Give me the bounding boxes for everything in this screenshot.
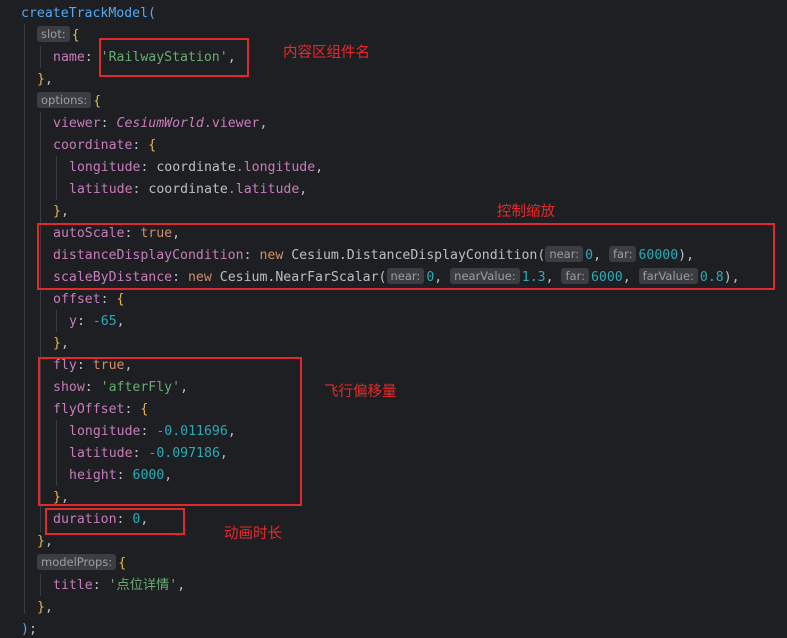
string-value: '点位详情'	[108, 578, 178, 593]
property-key: name	[53, 50, 85, 65]
code-line[interactable]: },	[37, 597, 53, 619]
code-line[interactable]: );	[21, 619, 37, 638]
property-key: longitude	[69, 160, 141, 175]
indent-guide	[56, 156, 57, 200]
indent-guide	[24, 24, 25, 614]
property-key: latitude	[69, 182, 133, 197]
identifier: CesiumWorld	[116, 116, 204, 131]
code-line[interactable]: modelProps:{	[37, 553, 126, 575]
highlight-box-duration	[45, 508, 185, 535]
code-line[interactable]: createTrackModel(	[21, 3, 156, 25]
paren: )	[21, 622, 29, 637]
annotation-anim-duration: 动画时长	[224, 526, 282, 542]
indent-guide	[40, 46, 41, 68]
identifier: .viewer	[203, 116, 260, 131]
code-line[interactable]: y: -65,	[69, 311, 125, 333]
property-key: offset	[53, 292, 101, 307]
code-line[interactable]: coordinate: {	[53, 135, 156, 157]
code-line[interactable]: title: '点位详情',	[53, 575, 185, 597]
identifier: coordinate	[156, 160, 236, 175]
code-line[interactable]: longitude: coordinate.longitude,	[69, 157, 323, 179]
number-value: -65	[92, 314, 117, 329]
code-line[interactable]: offset: {	[53, 289, 124, 311]
semicolon: ;	[28, 622, 37, 637]
param-hint: options:	[37, 92, 92, 108]
function-name: createTrackModel	[21, 6, 149, 21]
code-line[interactable]: },	[53, 333, 69, 355]
paren: (	[148, 6, 156, 21]
property-key: y	[69, 314, 77, 329]
highlight-box-name	[99, 38, 249, 77]
code-editor[interactable]: createTrackModel( slot:{ name: 'RailwayS…	[0, 0, 787, 638]
highlight-box-fly	[38, 357, 302, 506]
indent-guide	[40, 574, 41, 596]
identifier: .longitude	[235, 160, 316, 175]
param-hint: modelProps:	[37, 554, 117, 570]
code-line[interactable]: },	[53, 201, 69, 223]
code-line[interactable]: latitude: coordinate.latitude,	[69, 179, 307, 201]
code-line[interactable]: },	[37, 69, 53, 91]
param-hint: slot:	[37, 26, 70, 42]
highlight-box-scale	[37, 223, 775, 290]
identifier: .latitude	[227, 182, 300, 197]
code-line[interactable]: slot:{	[37, 25, 80, 47]
annotation-fly-offset: 飞行偏移量	[324, 384, 397, 400]
property-key: coordinate	[53, 138, 133, 153]
code-line[interactable]: options:{	[37, 91, 101, 113]
identifier: coordinate	[148, 182, 228, 197]
property-key: title	[53, 578, 93, 593]
annotation-control-scale: 控制缩放	[497, 204, 555, 220]
annotation-component-name: 内容区组件名	[283, 45, 370, 61]
code-line[interactable]: viewer: CesiumWorld.viewer,	[53, 113, 267, 135]
indent-guide	[56, 310, 57, 332]
property-key: viewer	[53, 116, 101, 131]
